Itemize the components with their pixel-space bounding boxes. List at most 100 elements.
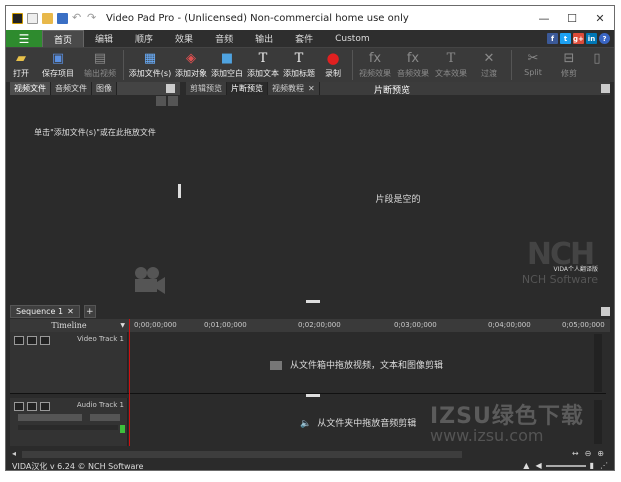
add-text-button[interactable]: T 添加文本 <box>245 48 281 82</box>
minimize-button[interactable]: — <box>530 6 558 30</box>
timeline-label[interactable]: Timeline ▼ <box>10 319 128 332</box>
tab-sequence-1[interactable]: Sequence 1 ✕ <box>10 305 80 318</box>
twitter-icon[interactable]: t <box>560 33 571 44</box>
lock-icon[interactable] <box>40 402 50 411</box>
toolbar-separator <box>511 50 512 80</box>
more-icon: ▯ <box>593 50 601 66</box>
video-track[interactable]: Video Track 1 从文件箱中拖放视频，文本和图像剪辑 <box>10 332 606 394</box>
zoom-out-icon[interactable]: ⊖ <box>585 449 592 458</box>
transition-button[interactable]: ✕ 过渡 <box>470 48 508 82</box>
hamburger-menu-icon[interactable]: ☰ <box>6 30 42 47</box>
undo-icon[interactable]: ↶ <box>72 12 83 24</box>
undock-icon[interactable] <box>166 84 175 93</box>
open-icon[interactable] <box>42 12 53 24</box>
tab-audio-files[interactable]: 音频文件 <box>51 82 92 95</box>
open-button[interactable]: ▰ 打开 <box>6 48 36 82</box>
track-splitter-handle[interactable] <box>306 394 320 397</box>
tab-custom[interactable]: Custom <box>324 30 380 47</box>
toolbar-separator <box>123 50 124 80</box>
tab-sequence[interactable]: 顺序 <box>124 30 164 47</box>
undock-timeline-icon[interactable] <box>601 307 610 316</box>
save-project-button[interactable]: ▣ 保存项目 <box>36 48 80 82</box>
app-icon <box>12 12 23 24</box>
redo-icon[interactable]: ↷ <box>87 12 98 24</box>
audio-track-header: Audio Track 1 <box>10 398 128 446</box>
preview-title: 片断预览 <box>374 86 411 96</box>
audio-track-scrollbar[interactable] <box>594 400 602 444</box>
zoom-controls: ↔ ⊖ ⊕ <box>566 449 604 458</box>
add-blank-icon: ■ <box>220 50 234 66</box>
maximize-button[interactable]: ☐ <box>558 6 586 30</box>
tab-export[interactable]: 输出 <box>244 30 284 47</box>
audio-effects-button[interactable]: fx 音频效果 <box>394 48 432 82</box>
undock-icon[interactable] <box>601 84 610 93</box>
tab-effects[interactable]: 效果 <box>164 30 204 47</box>
collapse-track-icon[interactable] <box>14 402 24 411</box>
close-tab-icon[interactable]: ✕ <box>308 84 315 93</box>
tab-home[interactable]: 首页 <box>42 30 85 47</box>
film-clip-icon <box>270 361 282 370</box>
audio-level-indicator <box>120 425 125 433</box>
preview-splitter-handle[interactable] <box>306 300 320 303</box>
scroll-left-icon[interactable]: ◂ <box>12 449 16 458</box>
main-toolbar: ▰ 打开 ▣ 保存项目 ▤ 输出视频 ▦ 添加文件(s) ◈ 添加对象 ■ 添加… <box>6 48 614 82</box>
split-button[interactable]: ✂ Split <box>515 48 551 82</box>
lock-icon[interactable] <box>40 336 50 345</box>
add-title-button[interactable]: T 添加标题 <box>281 48 317 82</box>
linkedin-icon[interactable]: in <box>586 33 597 44</box>
record-button[interactable]: ● 录制 <box>317 48 349 82</box>
visibility-icon[interactable] <box>27 336 37 345</box>
resize-grip-icon[interactable]: ⋰ <box>600 461 608 470</box>
text-effects-button[interactable]: T 文本效果 <box>432 48 470 82</box>
record-icon: ● <box>326 49 340 67</box>
google-plus-icon[interactable]: g+ <box>573 33 584 44</box>
add-object-button[interactable]: ◈ 添加对象 <box>173 48 209 82</box>
collapse-track-icon[interactable] <box>14 336 24 345</box>
more-button[interactable]: ▯ <box>587 48 607 82</box>
video-effects-button[interactable]: fx 视频效果 <box>356 48 394 82</box>
tab-edit[interactable]: 编辑 <box>84 30 124 47</box>
timeline-ruler[interactable]: Timeline ▼ 0;00;00;000 0;01;00;000 0;02;0… <box>10 319 610 332</box>
video-track-hint: 从文件箱中拖放视频，文本和图像剪辑 <box>270 358 443 371</box>
master-volume-slider[interactable] <box>545 464 586 467</box>
track-pan-slider[interactable] <box>90 414 120 421</box>
volume-knob-icon[interactable]: ▮ <box>590 461 594 470</box>
fit-icon[interactable]: ↔ <box>572 449 579 458</box>
tab-video-tutorial[interactable]: 视频教程 ✕ <box>268 82 320 95</box>
tab-images[interactable]: 图像 <box>92 82 117 95</box>
add-sequence-button[interactable]: + <box>83 305 96 318</box>
playhead[interactable] <box>129 319 130 446</box>
tab-audio[interactable]: 音频 <box>204 30 244 47</box>
add-blank-button[interactable]: ■ 添加空白 <box>209 48 245 82</box>
help-icon[interactable]: ? <box>599 33 610 44</box>
media-bin-drop-area[interactable]: 单击"添加文件(s)"或在此拖放文件 <box>10 95 180 300</box>
ruler-tick-label: 0;00;00;000 <box>134 321 177 329</box>
volume-icon[interactable]: ◀ <box>535 461 541 470</box>
timeline-scrollbar[interactable]: ◂ ↔ ⊖ ⊕ <box>10 449 610 460</box>
export-icon: ▤ <box>93 50 107 66</box>
folder-icon: ▰ <box>16 50 26 66</box>
add-files-button[interactable]: ▦ 添加文件(s) <box>127 48 173 82</box>
zoom-in-icon[interactable]: ⊕ <box>597 449 604 458</box>
panel-splitter-handle[interactable] <box>178 184 181 198</box>
close-button[interactable]: ✕ <box>586 6 614 30</box>
close-tab-icon[interactable]: ✕ <box>67 307 74 316</box>
export-video-button[interactable]: ▤ 输出视频 <box>80 48 120 82</box>
tab-video-files[interactable]: 视频文件 <box>10 82 51 95</box>
list-view-icon[interactable] <box>168 96 178 106</box>
video-track-scrollbar[interactable] <box>594 334 602 392</box>
timeline-scroll-track[interactable] <box>22 451 462 458</box>
tab-sequence-preview[interactable]: 片断预览 <box>227 82 268 95</box>
tab-clip-preview[interactable]: 剪辑预览 <box>186 82 227 95</box>
facebook-icon[interactable]: f <box>547 33 558 44</box>
title-bar: ↶ ↷ Video Pad Pro - (Unlicensed) Non-com… <box>6 6 614 30</box>
up-icon[interactable]: ▲ <box>523 461 529 470</box>
media-bin-panel: 视频文件 音频文件 图像 单击"添加文件(s)"或在此拖放文件 <box>10 82 180 300</box>
save-icon[interactable] <box>57 12 68 24</box>
speaker-icon[interactable] <box>27 402 37 411</box>
tab-suite[interactable]: 套件 <box>284 30 324 47</box>
track-volume-slider[interactable] <box>18 414 82 421</box>
trim-button[interactable]: ⊟ 修剪 <box>551 48 587 82</box>
delete-icon[interactable] <box>156 96 166 106</box>
new-icon[interactable] <box>27 12 38 24</box>
